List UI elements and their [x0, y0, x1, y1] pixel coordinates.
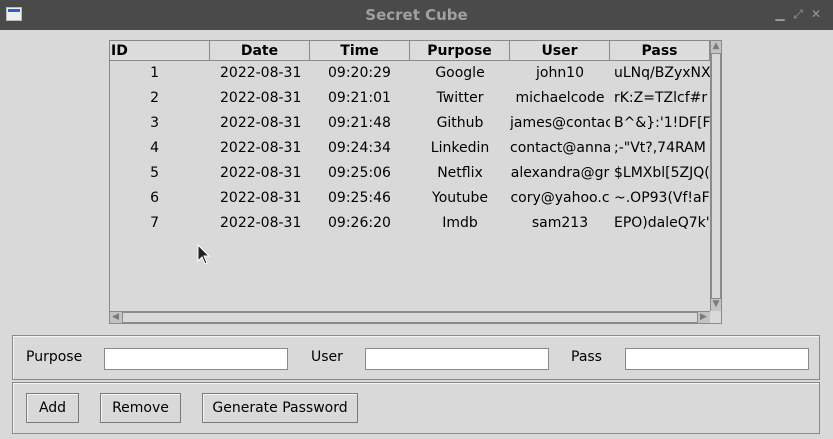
cell-user: alexandra@gr — [510, 165, 610, 181]
cell-user: james@contac — [510, 115, 610, 131]
app-window: Secret Cube ▁ ⤢ ✕ ID Date Time Purpose User P… — [0, 0, 833, 439]
cell-purpose: Github — [436, 115, 484, 131]
cell-date: 2022-08-31 — [220, 215, 302, 231]
user-label: User — [311, 349, 343, 365]
cell-user: sam213 — [531, 215, 589, 231]
button-frame: Add Remove Generate Password — [12, 382, 820, 434]
vertical-scroll-thumb[interactable] — [711, 53, 721, 299]
generate-password-button[interactable]: Generate Password — [202, 393, 358, 423]
cell-time: 09:26:20 — [328, 215, 391, 231]
cell-date: 2022-08-31 — [220, 140, 302, 156]
vertical-scrollbar[interactable]: ▲ ▼ — [710, 41, 721, 311]
table-row[interactable]: 4 2022-08-31 09:24:34 Linkedin contact@anna;… — [110, 136, 710, 161]
table-row[interactable]: 7 2022-08-31 09:26:20 Imdb sam213 EPO)daleQ7k… — [110, 211, 710, 236]
scroll-down-icon[interactable]: ▼ — [711, 299, 721, 310]
column-header-pass[interactable]: Pass — [610, 41, 710, 61]
cell-id: 4 — [150, 140, 159, 156]
cell-id: 5 — [150, 165, 159, 181]
cell-purpose: Twitter — [436, 90, 484, 106]
cell-pass: ;-"Vt?,74RAM — [614, 140, 706, 156]
cell-time: 09:21:48 — [328, 115, 391, 131]
cell-user: john10 — [535, 65, 584, 81]
column-header-id[interactable]: ID — [110, 41, 210, 61]
window-title: Secret Cube — [365, 6, 468, 24]
close-icon[interactable]: ✕ — [809, 6, 823, 22]
cell-date: 2022-08-31 — [220, 190, 302, 206]
cell-pass: $LMXbl[5ZJQ( — [614, 165, 710, 181]
cell-time: 09:25:46 — [328, 190, 391, 206]
cell-id: 1 — [150, 65, 159, 81]
password-table[interactable]: ID Date Time Purpose User Pass 1 2022-08-31 09:… — [109, 40, 722, 324]
entry-frame: Purpose User Pass — [12, 335, 820, 380]
cell-time: 09:21:01 — [328, 90, 391, 106]
purpose-input[interactable] — [104, 348, 288, 370]
horizontal-scroll-thumb[interactable] — [122, 312, 698, 323]
cell-id: 2 — [150, 90, 159, 106]
column-header-purpose[interactable]: Purpose — [410, 41, 510, 61]
column-header-date[interactable]: Date — [210, 41, 310, 61]
title-bar[interactable]: Secret Cube ▁ ⤢ ✕ — [0, 0, 833, 30]
cell-id: 6 — [150, 190, 159, 206]
cell-purpose: Google — [435, 65, 485, 81]
table-header: ID Date Time Purpose User Pass — [110, 41, 710, 61]
table-body[interactable]: 1 2022-08-31 09:20:29 Google john10 uLNq/BZyx… — [110, 61, 710, 309]
scroll-left-icon[interactable]: ◀ — [110, 312, 121, 323]
table-row[interactable]: 2 2022-08-31 09:21:01 Twitter michaelcode rK:… — [110, 86, 710, 111]
user-input[interactable] — [365, 348, 549, 370]
cell-user: cory@yahoo.c — [510, 190, 610, 206]
add-button[interactable]: Add — [26, 393, 79, 423]
table-row[interactable]: 3 2022-08-31 09:21:48 Github james@contac B^&… — [110, 111, 710, 136]
horizontal-scrollbar[interactable]: ◀ ▶ — [110, 311, 710, 323]
cell-date: 2022-08-31 — [220, 165, 302, 181]
cell-time: 09:24:34 — [328, 140, 391, 156]
cell-pass: ~.OP93(Vf!aF — [614, 190, 710, 206]
cell-time: 09:20:29 — [328, 65, 391, 81]
cell-pass: rK:Z=TZlcf#r — [614, 90, 708, 106]
maximize-icon[interactable]: ⤢ — [791, 6, 805, 22]
cell-pass: B^&}:'1!DF[F — [614, 115, 710, 131]
cell-date: 2022-08-31 — [220, 65, 302, 81]
cell-purpose: Youtube — [432, 190, 488, 206]
scroll-right-icon[interactable]: ▶ — [698, 312, 709, 323]
cell-time: 09:25:06 — [328, 165, 391, 181]
mouse-cursor-icon — [197, 244, 211, 265]
cell-pass: EPO)daleQ7k' — [614, 215, 710, 231]
cell-purpose: Netflix — [437, 165, 483, 181]
scroll-up-icon[interactable]: ▲ — [711, 41, 721, 52]
cell-id: 7 — [150, 215, 159, 231]
cell-user: contact@anna — [510, 140, 610, 156]
cell-date: 2022-08-31 — [220, 115, 302, 131]
cell-user: michaelcode — [515, 90, 605, 106]
table-row[interactable]: 6 2022-08-31 09:25:46 Youtube cory@yahoo.c ~.… — [110, 186, 710, 211]
pass-label: Pass — [571, 349, 602, 365]
cell-pass: uLNq/BZyxNX — [614, 65, 710, 81]
pass-input[interactable] — [625, 348, 809, 370]
cell-purpose: Imdb — [442, 215, 478, 231]
minimize-icon[interactable]: ▁ — [773, 6, 787, 22]
purpose-label: Purpose — [26, 349, 83, 365]
column-header-user[interactable]: User — [510, 41, 610, 61]
table-row[interactable]: 1 2022-08-31 09:20:29 Google john10 uLNq/BZyx… — [110, 61, 710, 86]
cell-id: 3 — [150, 115, 159, 131]
cell-date: 2022-08-31 — [220, 90, 302, 106]
remove-button[interactable]: Remove — [100, 393, 181, 423]
table-row[interactable]: 5 2022-08-31 09:25:06 Netflix alexandra@gr $L… — [110, 161, 710, 186]
cell-purpose: Linkedin — [430, 140, 490, 156]
column-header-time[interactable]: Time — [310, 41, 410, 61]
